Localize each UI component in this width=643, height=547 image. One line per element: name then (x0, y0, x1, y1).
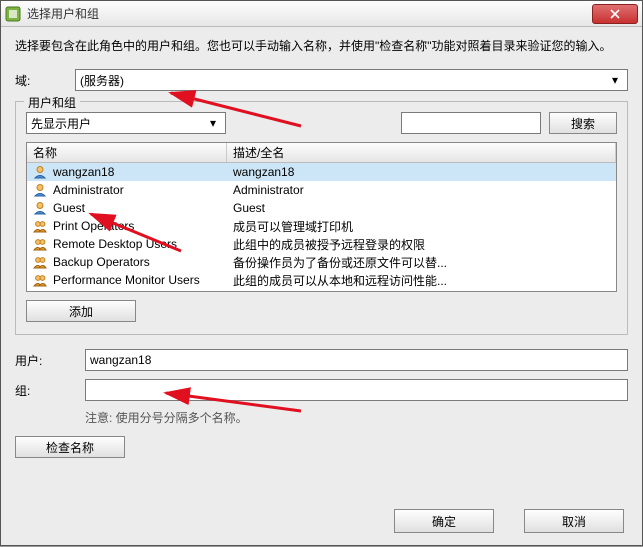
row-name-text: Performance Monitor Users (53, 273, 200, 287)
cell-desc: 备份操作员为了备份或还原文件可以替... (227, 254, 616, 271)
group-icon (33, 237, 47, 251)
add-button[interactable]: 添加 (26, 300, 136, 322)
chevron-down-icon: ▾ (205, 116, 221, 130)
close-icon (610, 9, 620, 19)
cell-desc: wangzan18 (227, 165, 616, 179)
users-listview: 名称 描述/全名 wangzan18 wangzan18 Administrator… (26, 142, 617, 292)
check-row: 检查名称 (15, 436, 628, 458)
cell-name: Performance Monitor Users (27, 273, 227, 287)
group-label: 组: (15, 382, 85, 399)
filter-row: 先显示用户 ▾ 搜索 (26, 112, 617, 134)
cell-name: Administrator (27, 183, 227, 197)
row-name-text: Backup Operators (53, 255, 150, 269)
dialog-window: 选择用户和组 选择要包含在此角色中的用户和组。您也可以手动输入名称，并使用"检查… (0, 0, 643, 546)
group-icon (33, 255, 47, 269)
cell-desc: 此组的成员可以从本地和远程访问性能... (227, 272, 616, 289)
app-icon (5, 6, 21, 22)
filter-select[interactable]: 先显示用户 ▾ (26, 112, 226, 134)
dialog-footer: 确定 取消 (394, 509, 624, 533)
column-desc[interactable]: 描述/全名 (227, 143, 616, 162)
cell-desc: 此组中的成员被授予远程登录的权限 (227, 236, 616, 253)
separator-note: 注意: 使用分号分隔多个名称。 (85, 409, 628, 426)
table-row[interactable]: Administrator Administrator (27, 181, 616, 199)
cell-name: wangzan18 (27, 165, 227, 179)
row-name-text: Print Operators (53, 219, 134, 233)
table-row[interactable]: Backup Operators 备份操作员为了备份或还原文件可以替... (27, 253, 616, 271)
cancel-button[interactable]: 取消 (524, 509, 624, 533)
table-row[interactable]: Print Operators 成员可以管理域打印机 (27, 217, 616, 235)
list-header: 名称 描述/全名 (27, 143, 616, 163)
cell-name: Guest (27, 201, 227, 215)
chevron-down-icon: ▾ (607, 73, 623, 87)
search-button[interactable]: 搜索 (549, 112, 617, 134)
cell-desc: Guest (227, 201, 616, 215)
fieldset-legend: 用户和组 (24, 94, 80, 111)
domain-label: 域: (15, 72, 75, 89)
table-row[interactable]: wangzan18 wangzan18 (27, 163, 616, 181)
cell-desc: 成员可以管理域打印机 (227, 218, 616, 235)
search-input[interactable] (401, 112, 541, 134)
group-icon (33, 219, 47, 233)
user-input[interactable] (85, 349, 628, 371)
domain-value: (服务器) (80, 72, 124, 89)
user-icon (33, 183, 47, 197)
group-icon (33, 273, 47, 287)
add-row: 添加 (26, 300, 617, 322)
domain-row: 域: (服务器) ▾ (15, 69, 628, 91)
user-label: 用户: (15, 352, 85, 369)
user-icon (33, 201, 47, 215)
table-row[interactable]: Remote Desktop Users 此组中的成员被授予远程登录的权限 (27, 235, 616, 253)
cell-name: Backup Operators (27, 255, 227, 269)
user-icon (33, 165, 47, 179)
filter-value: 先显示用户 (31, 115, 91, 132)
ok-button[interactable]: 确定 (394, 509, 494, 533)
list-body[interactable]: wangzan18wangzan18AdministratorAdministr… (27, 163, 616, 291)
instruction-text: 选择要包含在此角色中的用户和组。您也可以手动输入名称，并使用"检查名称"功能对照… (15, 37, 628, 55)
row-name-text: Administrator (53, 183, 124, 197)
column-name[interactable]: 名称 (27, 143, 227, 162)
group-input[interactable] (85, 379, 628, 401)
dialog-body: 选择要包含在此角色中的用户和组。您也可以手动输入名称，并使用"检查名称"功能对照… (1, 27, 642, 470)
window-title: 选择用户和组 (27, 5, 592, 22)
close-button[interactable] (592, 4, 638, 24)
users-groups-fieldset: 用户和组 先显示用户 ▾ 搜索 名称 描述/全名 wangzan18wangza… (15, 101, 628, 335)
table-row[interactable]: Guest Guest (27, 199, 616, 217)
titlebar: 选择用户和组 (1, 1, 642, 27)
cell-name: Remote Desktop Users (27, 237, 227, 251)
table-row[interactable]: Performance Monitor Users 此组的成员可以从本地和远程访问… (27, 271, 616, 289)
domain-select[interactable]: (服务器) ▾ (75, 69, 628, 91)
user-row: 用户: (15, 349, 628, 371)
row-name-text: Remote Desktop Users (53, 237, 177, 251)
cell-desc: Administrator (227, 183, 616, 197)
row-name-text: Guest (53, 201, 85, 215)
cell-name: Print Operators (27, 219, 227, 233)
group-row: 组: (15, 379, 628, 401)
check-names-button[interactable]: 检查名称 (15, 436, 125, 458)
row-name-text: wangzan18 (53, 165, 114, 179)
